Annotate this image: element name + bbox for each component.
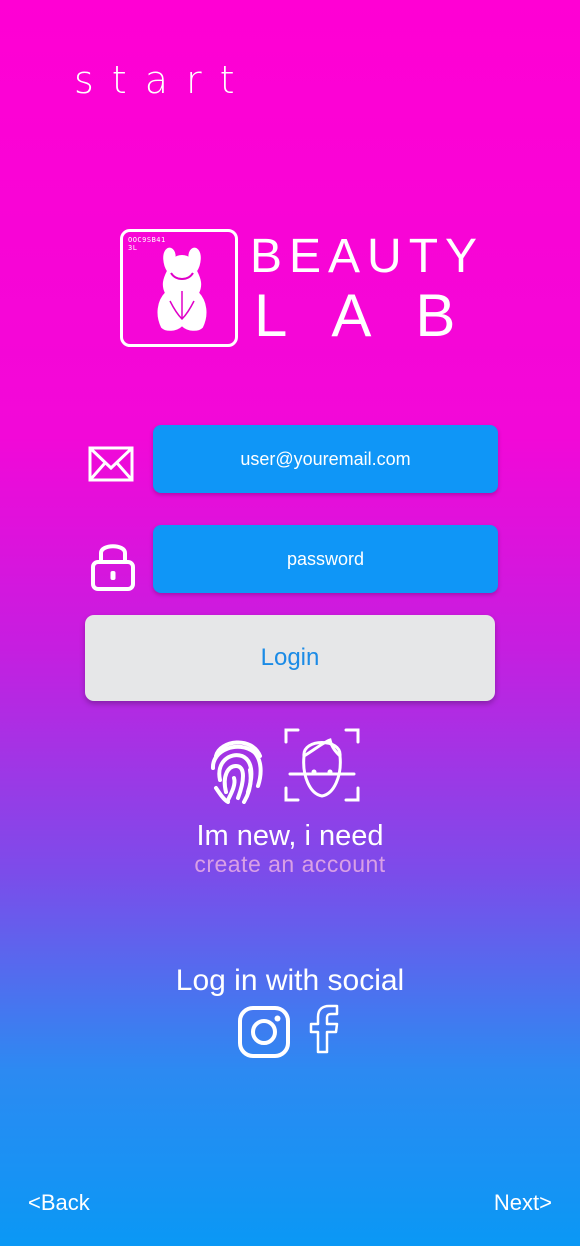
app-title: START — [74, 58, 253, 102]
password-field[interactable] — [153, 525, 498, 593]
create-account-link[interactable]: create an account — [0, 851, 580, 878]
lock-icon — [88, 537, 138, 593]
fingerprint-icon[interactable] — [208, 730, 266, 804]
new-user-prompt: Im new, i need — [196, 820, 384, 852]
email-icon — [86, 443, 136, 485]
login-button[interactable]: Login — [85, 615, 495, 701]
brand-name-line2: LAB — [254, 282, 500, 349]
face-id-icon[interactable] — [284, 728, 360, 802]
instagram-icon[interactable] — [238, 1006, 290, 1058]
brand-name-line1: BEAUTY — [250, 230, 485, 283]
next-link[interactable]: Next> — [494, 1190, 552, 1216]
facebook-icon[interactable] — [308, 1004, 340, 1054]
email-field[interactable] — [153, 425, 498, 493]
back-link[interactable]: <Back — [28, 1190, 90, 1216]
social-login-title: Log in with social — [175, 964, 405, 997]
torso-logo-icon — [157, 247, 207, 331]
